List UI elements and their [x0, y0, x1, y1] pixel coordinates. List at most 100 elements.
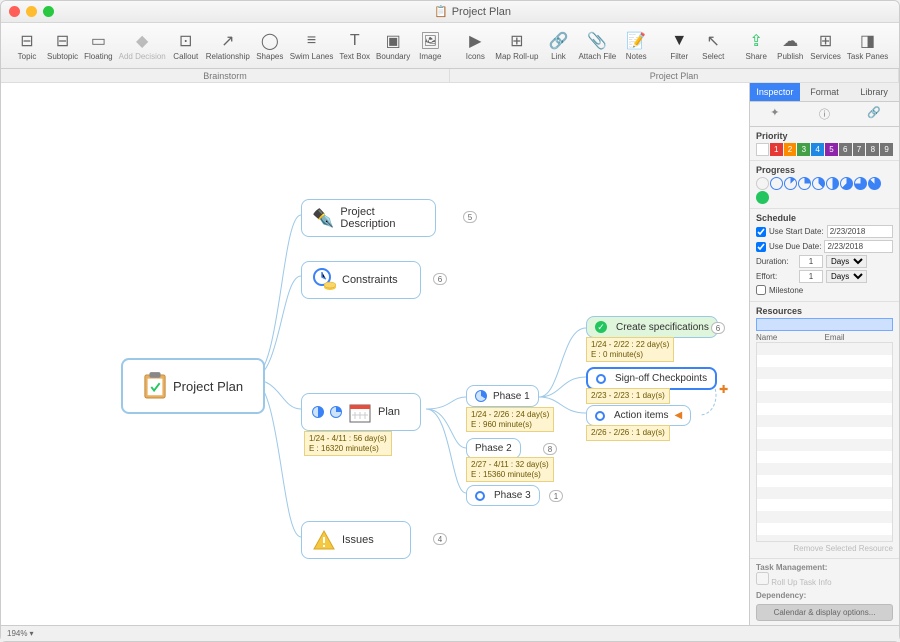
- relationship-handle[interactable]: ✚: [719, 383, 728, 396]
- node-plan[interactable]: Plan: [301, 393, 421, 431]
- task-panes-button[interactable]: ◨Task Panes: [845, 29, 890, 63]
- priority-selector[interactable]: 1 2 3 4 5 6 7 8 9: [756, 143, 893, 156]
- callout-button[interactable]: ⊡Callout: [170, 29, 202, 63]
- node-label: Project Plan: [173, 379, 243, 394]
- badge-desc[interactable]: 5: [463, 211, 477, 223]
- schedule-label: Schedule: [756, 213, 893, 223]
- tab-brainstorm[interactable]: Brainstorm: [1, 69, 450, 82]
- badge-constraints[interactable]: 6: [433, 273, 447, 285]
- circle-icon: [475, 491, 485, 501]
- duration-field[interactable]: 1: [799, 255, 823, 268]
- node-label: Create specifications: [616, 322, 709, 333]
- node-phase3[interactable]: Phase 3: [466, 485, 540, 506]
- plan-callout: 1/24 - 4/11 : 56 day(s)E : 16320 minute(…: [304, 431, 392, 456]
- publish-button[interactable]: ☁Publish: [774, 29, 806, 63]
- check-icon: ✓: [595, 321, 607, 333]
- due-date-field[interactable]: 2/23/2018: [824, 240, 893, 253]
- node-root[interactable]: Project Plan: [121, 358, 265, 414]
- badge-phase3[interactable]: 1: [549, 490, 563, 502]
- node-label: Issues: [342, 534, 374, 546]
- notes-button[interactable]: 📝Notes: [620, 29, 652, 63]
- badge-issues[interactable]: 4: [433, 533, 447, 545]
- node-label: Phase 1: [493, 391, 530, 402]
- status-bar: 194% ▾: [1, 625, 899, 641]
- close-window[interactable]: [9, 6, 20, 17]
- node-label: Sign-off Checkpoints: [615, 373, 707, 384]
- resources-list[interactable]: [756, 342, 893, 542]
- circle-icon: [595, 411, 605, 421]
- tab-strip: Brainstorm Project Plan: [1, 69, 899, 83]
- link-icon[interactable]: 🔗: [849, 102, 899, 126]
- relationship-button[interactable]: ↗Relationship: [204, 29, 252, 63]
- action-callout: 2/26 - 2/26 : 1 day(s): [586, 425, 670, 441]
- map-rollup-button[interactable]: ⊞Map Roll-up: [493, 29, 540, 63]
- boundary-button[interactable]: ▣Boundary: [374, 29, 412, 63]
- circle-icon: [596, 374, 606, 384]
- tab-project-plan[interactable]: Project Plan: [450, 69, 899, 82]
- icons-button[interactable]: ▶Icons: [459, 29, 491, 63]
- clipboard-icon: [143, 374, 167, 398]
- resources-input[interactable]: [756, 318, 893, 331]
- tab-inspector[interactable]: Inspector: [750, 83, 800, 101]
- node-action[interactable]: Action items ◀: [586, 405, 691, 426]
- signoff-callout: 2/23 - 2/23 : 1 day(s): [586, 388, 670, 404]
- select-button[interactable]: ↖Select: [697, 29, 729, 63]
- node-constraints[interactable]: Constraints: [301, 261, 421, 299]
- use-start-checkbox[interactable]: [756, 227, 766, 237]
- node-label: Phase 2: [475, 443, 512, 454]
- effort-unit[interactable]: Days: [826, 270, 867, 283]
- badge-phase2[interactable]: 8: [543, 443, 557, 455]
- zoom-window[interactable]: [43, 6, 54, 17]
- topic-button[interactable]: ⊟Topic: [11, 29, 43, 63]
- shapes-button[interactable]: ◯Shapes: [254, 29, 286, 63]
- node-phase2[interactable]: Phase 2: [466, 438, 521, 459]
- minimize-window[interactable]: [26, 6, 37, 17]
- tab-format[interactable]: Format: [800, 83, 850, 101]
- progress-icon: [312, 406, 324, 418]
- text-box-button[interactable]: TText Box: [337, 29, 372, 63]
- window-title: 📋 Project Plan: [54, 5, 891, 18]
- node-create-spec[interactable]: ✓ Create specifications: [586, 316, 718, 338]
- duration-unit[interactable]: Days: [826, 255, 867, 268]
- share-button[interactable]: ⇪Share: [740, 29, 772, 63]
- remove-resource: Remove Selected Resource: [756, 544, 893, 553]
- calendar-icon: [348, 400, 372, 424]
- swim-lanes-button[interactable]: ≡Swim Lanes: [288, 29, 336, 63]
- attach-file-button[interactable]: 📎Attach File: [576, 29, 618, 63]
- node-label: Plan: [378, 406, 400, 418]
- node-phase1[interactable]: Phase 1: [466, 385, 539, 407]
- start-date-field[interactable]: 2/23/2018: [827, 225, 893, 238]
- resources-label: Resources: [756, 306, 893, 316]
- floating-button[interactable]: ▭Floating: [82, 29, 114, 63]
- badge-spec[interactable]: 6: [711, 322, 725, 334]
- use-due-checkbox[interactable]: [756, 242, 766, 252]
- node-label: Phase 3: [494, 490, 531, 501]
- node-description[interactable]: ✒️ Project Description: [301, 199, 436, 237]
- node-issues[interactable]: Issues: [301, 521, 411, 559]
- flag-icon: ◀: [674, 410, 682, 421]
- effort-field[interactable]: 1: [799, 270, 823, 283]
- progress-selector[interactable]: [756, 177, 893, 204]
- link-button[interactable]: 🔗Link: [542, 29, 574, 63]
- services-button[interactable]: ⊞Services: [808, 29, 843, 63]
- filter-button[interactable]: ▼Filter: [663, 29, 695, 63]
- task-info-icon[interactable]: ✦: [750, 102, 800, 126]
- spec-callout: 1/24 - 2/22 : 22 day(s)E : 0 minute(s): [586, 337, 674, 362]
- mindmap-canvas[interactable]: Project Plan ✒️ Project Description 5 Co…: [1, 83, 749, 625]
- image-button[interactable]: 🖼Image: [414, 29, 446, 63]
- subtopic-button[interactable]: ⊟Subtopic: [45, 29, 80, 63]
- milestone-checkbox[interactable]: [756, 285, 766, 295]
- toolbar: ⊟Topic ⊟Subtopic ▭Floating ◆Add Decision…: [1, 23, 899, 69]
- node-signoff[interactable]: Sign-off Checkpoints: [586, 367, 717, 390]
- node-label: Constraints: [342, 274, 398, 286]
- phase2-callout: 2/27 - 4/11 : 32 day(s)E : 15360 minute(…: [466, 457, 554, 482]
- zoom-level[interactable]: 194%: [7, 629, 27, 638]
- clock-coins-icon: [312, 268, 336, 292]
- info-icon[interactable]: ⓘ: [800, 102, 850, 126]
- progress-label: Progress: [756, 165, 893, 175]
- titlebar: 📋 Project Plan: [1, 1, 899, 23]
- calendar-options-button[interactable]: Calendar & display options...: [756, 604, 893, 621]
- priority-label: Priority: [756, 131, 893, 141]
- tab-library[interactable]: Library: [849, 83, 899, 101]
- add-decision-button[interactable]: ◆Add Decision: [117, 29, 168, 63]
